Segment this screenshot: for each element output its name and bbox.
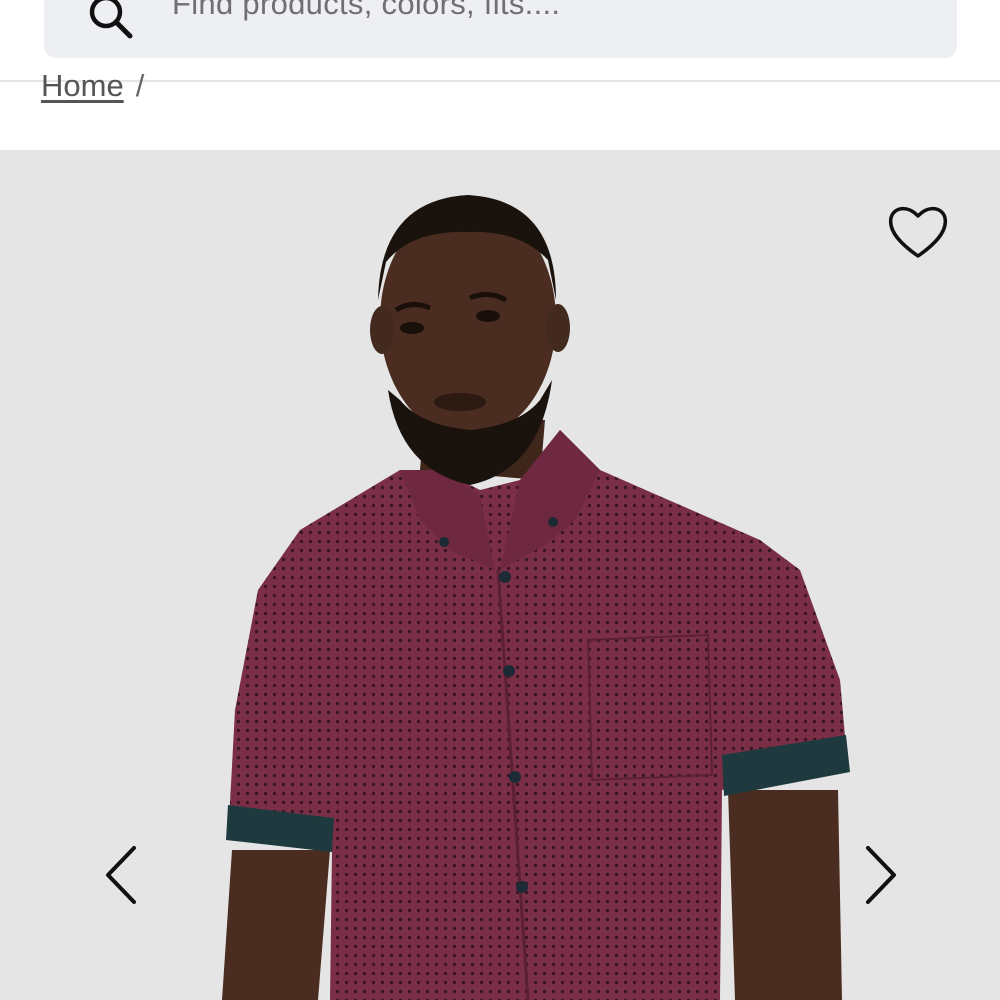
product-image-gallery[interactable] [0,150,1000,1000]
breadcrumb-home-link[interactable]: Home [41,68,124,103]
breadcrumb: Home / [41,68,144,104]
product-photo [222,195,850,1000]
wishlist-heart-icon[interactable] [885,202,951,262]
breadcrumb-separator: / [135,68,145,103]
chevron-left-icon[interactable] [98,840,148,910]
search-input[interactable]: Find products, colors, fits.... [172,0,560,22]
chevron-right-icon[interactable] [854,840,904,910]
site-header: Find products, colors, fits.... [0,0,1000,82]
search-icon[interactable] [84,0,136,50]
search-bar[interactable]: Find products, colors, fits.... [44,0,957,58]
